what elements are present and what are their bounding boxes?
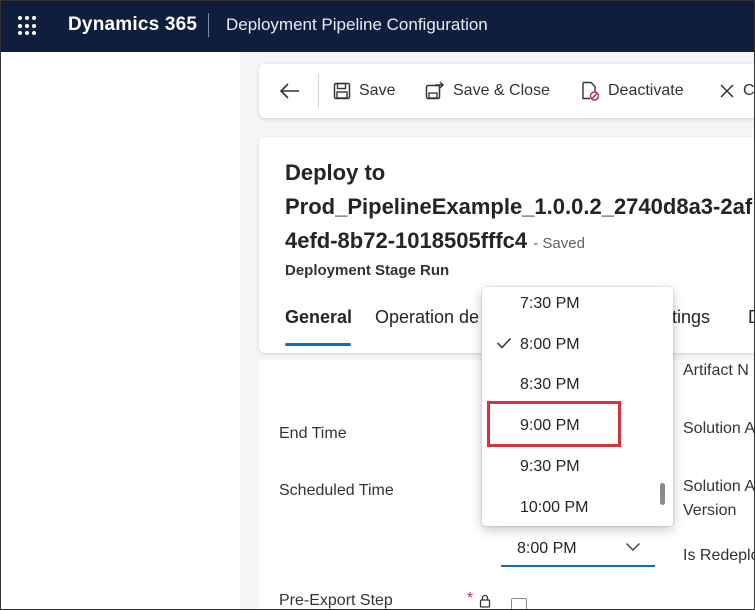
time-option[interactable]: 7:30 PM — [520, 295, 580, 313]
entity-name: Deployment Stage Run — [285, 262, 450, 279]
deactivate-label: Deactivate — [608, 82, 684, 99]
active-tab-indicator — [285, 343, 351, 346]
dropdown-scrollbar[interactable] — [660, 483, 665, 505]
pre-export-step-label: Pre-Export Step — [279, 592, 393, 610]
checkmark-icon — [496, 337, 512, 349]
lock-icon — [479, 594, 491, 608]
back-arrow-icon — [279, 83, 299, 99]
record-title-line-1: Deploy to — [285, 160, 386, 185]
deactivate-button[interactable]: Deactivate — [580, 64, 684, 118]
pre-export-step-text: Pre-Export Step — [279, 592, 393, 609]
record-title-line-2: Prod_PipelineExample_1.0.0.2_2740d8a3-2a… — [285, 194, 753, 219]
close-label: C — [743, 82, 755, 99]
header-divider — [208, 13, 209, 37]
chevron-down-icon — [625, 542, 641, 552]
top-app-bar: Dynamics 365 Deployment Pipeline Configu… — [0, 0, 755, 52]
record-title-line-3: 4efd-8b72-1018505fffc4 — [285, 228, 528, 253]
artifact-name-label: Artifact N — [683, 362, 749, 379]
is-redeploy-label: Is Redeplo — [683, 547, 755, 564]
tab-general[interactable]: General — [285, 307, 352, 328]
highlight-box — [487, 401, 621, 447]
required-marker: * — [467, 590, 474, 607]
scheduled-time-label: Scheduled Time — [279, 482, 394, 499]
solution-artifact-label: Solution A — [683, 420, 755, 437]
tab-more[interactable]: D — [748, 307, 755, 328]
save-close-label: Save & Close — [453, 82, 550, 99]
end-time-label: End Time — [279, 425, 347, 442]
back-button[interactable] — [279, 64, 309, 118]
tab-operation[interactable]: Operation de — [375, 307, 479, 328]
save-close-button[interactable]: Save & Close — [425, 64, 550, 118]
command-bar: Save Save & Close Deactivate C — [259, 64, 755, 118]
save-status: - Saved — [533, 235, 585, 252]
left-pane — [0, 52, 240, 610]
time-option[interactable]: 9:30 PM — [520, 458, 580, 476]
tab-settings[interactable]: ttings — [667, 307, 710, 328]
scheduled-time-select[interactable]: 8:00 PM — [501, 532, 655, 567]
save-label: Save — [359, 82, 396, 99]
version-label: Version — [683, 502, 737, 519]
command-divider — [318, 74, 319, 108]
close-button[interactable]: C — [719, 64, 755, 118]
pre-export-step-checkbox[interactable] — [511, 598, 527, 610]
deactivate-icon — [582, 81, 600, 101]
save-icon — [333, 82, 351, 100]
time-option-selected[interactable]: 8:00 PM — [520, 336, 580, 354]
record-title: Deploy to Prod_PipelineExample_1.0.0.2_2… — [285, 156, 755, 261]
brand-name[interactable]: Dynamics 365 — [68, 14, 197, 36]
scheduled-time-value: 8:00 PM — [517, 540, 577, 557]
solution-artifact-version-label: Solution A — [683, 478, 755, 495]
close-icon — [720, 84, 734, 98]
time-option[interactable]: 8:30 PM — [520, 376, 580, 394]
save-close-icon — [425, 81, 444, 100]
app-title[interactable]: Deployment Pipeline Configuration — [226, 15, 488, 35]
time-option[interactable]: 10:00 PM — [520, 499, 588, 517]
save-button[interactable]: Save — [333, 64, 395, 118]
app-launcher-icon[interactable] — [18, 16, 38, 36]
